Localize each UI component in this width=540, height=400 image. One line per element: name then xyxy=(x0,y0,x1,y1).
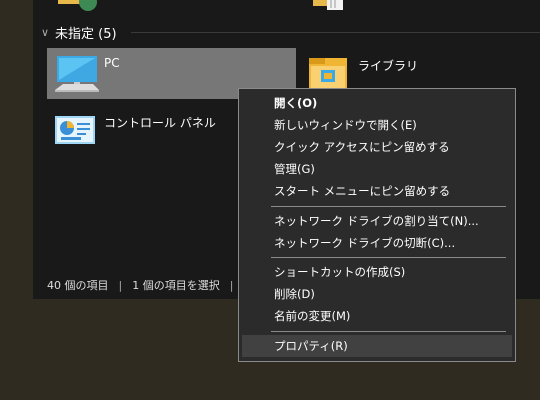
menu-item-open-new-window[interactable]: 新しいウィンドウで開く(E) xyxy=(242,114,512,136)
menu-item-map-network-drive[interactable]: ネットワーク ドライブの割り当て(N)... xyxy=(242,210,512,232)
control-panel-icon xyxy=(53,112,99,151)
menu-item-rename[interactable]: 名前の変更(M) xyxy=(242,305,512,327)
menu-item-open[interactable]: 開く(O) xyxy=(242,92,512,114)
group-header[interactable]: ∨ 未指定 (5) xyxy=(37,22,117,42)
status-bar: 40 個の項目 | 1 個の項目を選択 | xyxy=(33,272,243,298)
group-divider xyxy=(131,32,540,33)
chevron-down-icon[interactable]: ∨ xyxy=(37,26,53,39)
menu-separator xyxy=(271,257,506,258)
menu-item-manage[interactable]: 管理(G) xyxy=(242,158,512,180)
menu-item-create-shortcut[interactable]: ショートカットの作成(S) xyxy=(242,261,512,283)
menu-item-delete[interactable]: 削除(D) xyxy=(242,283,512,305)
context-menu: 開く(O) 新しいウィンドウで開く(E) クイック アクセスにピン留めする 管理… xyxy=(238,88,516,362)
item-label: PC xyxy=(104,56,120,70)
documents-folder-icon[interactable] xyxy=(313,0,347,14)
status-separator: | xyxy=(229,278,234,292)
menu-item-disconnect-network-drive[interactable]: ネットワーク ドライブの切断(C)... xyxy=(242,232,512,254)
menu-item-properties[interactable]: プロパティ(R) xyxy=(242,335,512,357)
status-separator: | xyxy=(118,278,123,292)
folder-user-icon[interactable] xyxy=(58,0,98,14)
selected-count: 1 個の項目を選択 xyxy=(132,279,220,292)
item-label: コントロール パネル xyxy=(104,116,216,130)
group-label: 未指定 (5) xyxy=(55,26,117,42)
pc-icon xyxy=(53,54,101,97)
item-count: 40 個の項目 xyxy=(47,279,109,292)
menu-separator xyxy=(271,206,506,207)
menu-item-pin-quick-access[interactable]: クイック アクセスにピン留めする xyxy=(242,136,512,158)
menu-item-pin-start[interactable]: スタート メニューにピン留めする xyxy=(242,180,512,202)
item-label: ライブラリ xyxy=(358,59,419,73)
menu-separator xyxy=(271,331,506,332)
